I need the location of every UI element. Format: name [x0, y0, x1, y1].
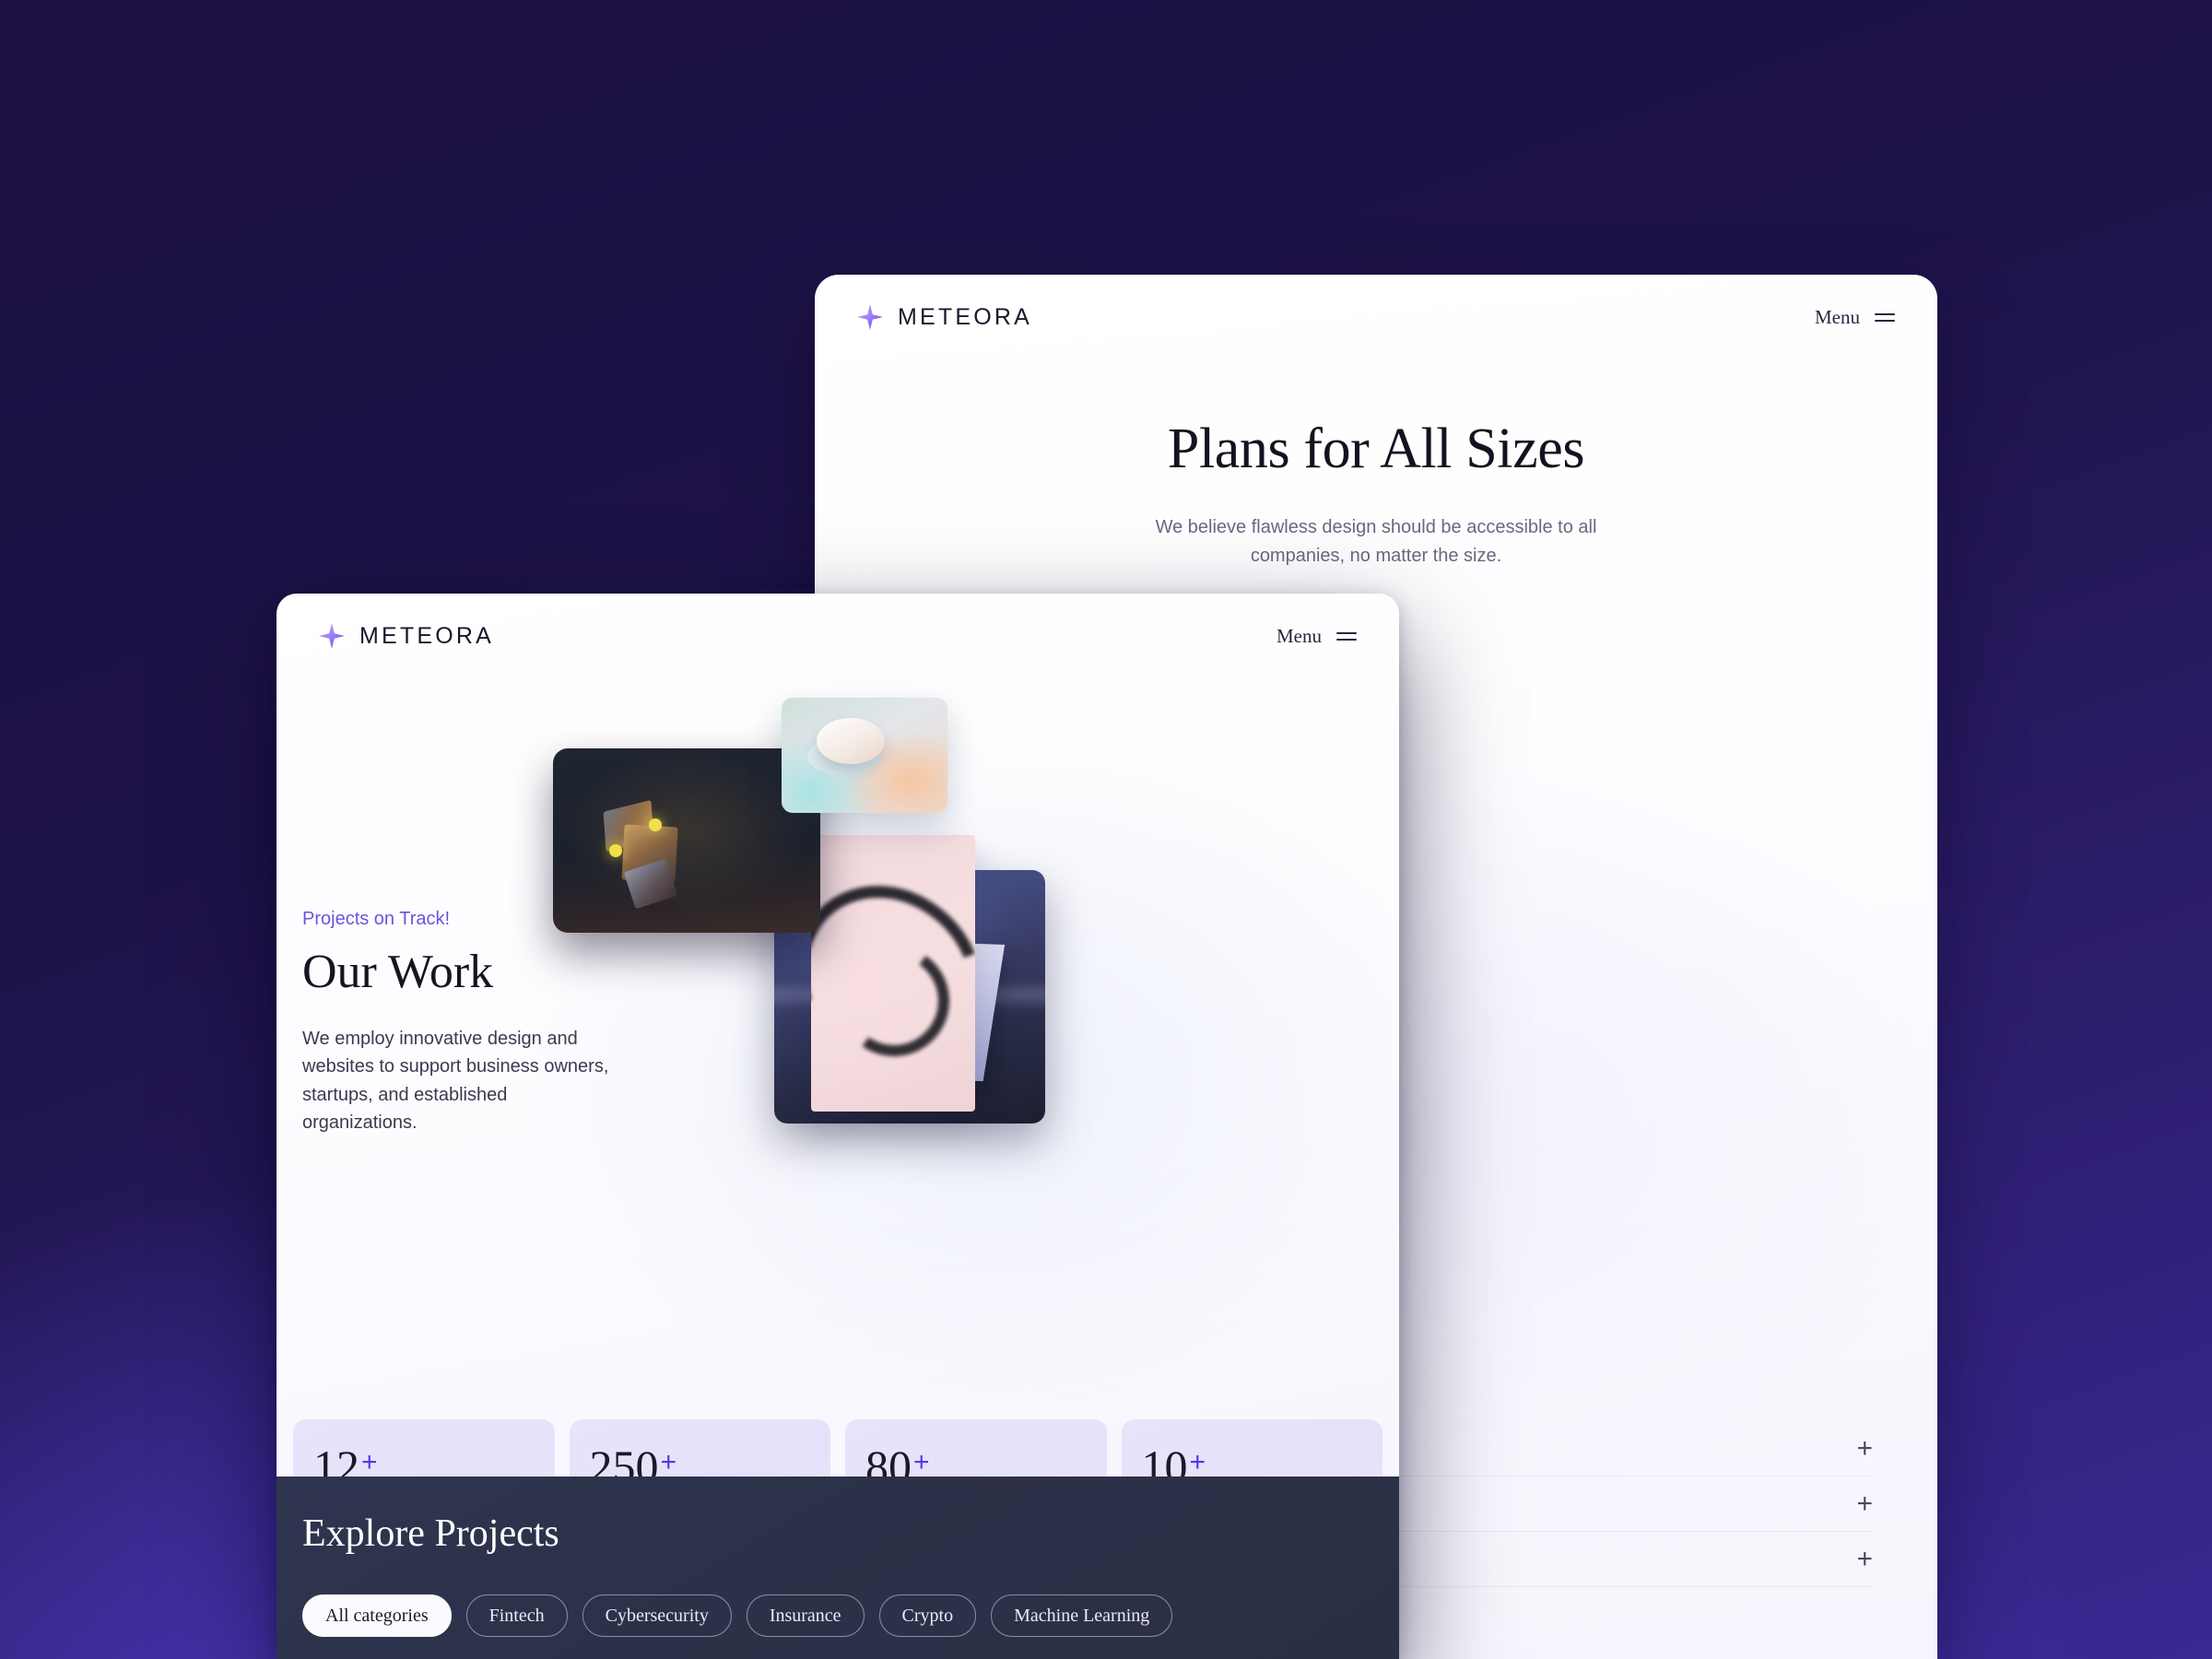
plus-icon[interactable]: +	[1856, 1545, 1873, 1573]
plans-heading: Plans for All Sizes	[1167, 418, 1585, 480]
chip-machine-learning[interactable]: Machine Learning	[991, 1594, 1173, 1637]
chip-cybersecurity[interactable]: Cybersecurity	[582, 1594, 732, 1637]
category-filter-chips: All categories Fintech Cybersecurity Ins…	[302, 1594, 1373, 1637]
menu-button[interactable]: Menu	[1277, 625, 1357, 648]
blob-shape	[817, 718, 885, 764]
hamburger-icon	[1336, 631, 1357, 641]
plans-hero: Plans for All Sizes We believe flawless …	[815, 359, 1937, 571]
brand-logo[interactable]: METEORA	[319, 623, 494, 650]
stat-suffix: +	[361, 1447, 378, 1477]
chip-crypto[interactable]: Crypto	[878, 1594, 977, 1637]
brand-name: METEORA	[898, 303, 1033, 330]
our-work-body: Projects on Track! Our Work We employ in…	[276, 678, 1399, 1561]
sparkle-icon	[319, 623, 345, 649]
brand-name: METEORA	[359, 622, 495, 649]
stat-suffix: +	[913, 1447, 930, 1477]
glow-dot	[649, 818, 662, 831]
stat-suffix: +	[660, 1447, 677, 1477]
our-work-card: METEORA Menu Projects on Track! Our Work…	[276, 594, 1399, 1659]
menu-label: Menu	[1815, 305, 1860, 328]
image-pink-wire[interactable]	[811, 835, 975, 1112]
chip-all-categories[interactable]: All categories	[302, 1594, 452, 1637]
explore-projects-section: Explore Projects All categories Fintech …	[276, 1477, 1399, 1659]
back-card-topbar: METEORA Menu	[815, 275, 1937, 359]
page-stage: METEORA Menu Plans for All Sizes We beli…	[0, 0, 2212, 1659]
plus-icon[interactable]: +	[1856, 1489, 1873, 1518]
front-card-topbar: METEORA Menu	[276, 594, 1399, 678]
plus-icon[interactable]: +	[1856, 1435, 1873, 1463]
image-dark-cubes[interactable]	[553, 748, 820, 933]
chip-insurance[interactable]: Insurance	[746, 1594, 865, 1637]
plans-subheading: We believe flawless design should be acc…	[1155, 517, 1597, 566]
brand-logo[interactable]: METEORA	[857, 304, 1032, 331]
glow-dot	[609, 844, 622, 857]
hamburger-icon	[1875, 312, 1895, 322]
project-image-collage	[553, 698, 1272, 1357]
stat-suffix: +	[1189, 1447, 1206, 1477]
image-aqua-abstract[interactable]	[782, 698, 947, 813]
chip-fintech[interactable]: Fintech	[465, 1594, 568, 1637]
sparkle-icon	[857, 304, 883, 330]
menu-button[interactable]: Menu	[1815, 306, 1895, 329]
explore-heading: Explore Projects	[302, 1512, 559, 1555]
menu-label: Menu	[1277, 624, 1322, 647]
